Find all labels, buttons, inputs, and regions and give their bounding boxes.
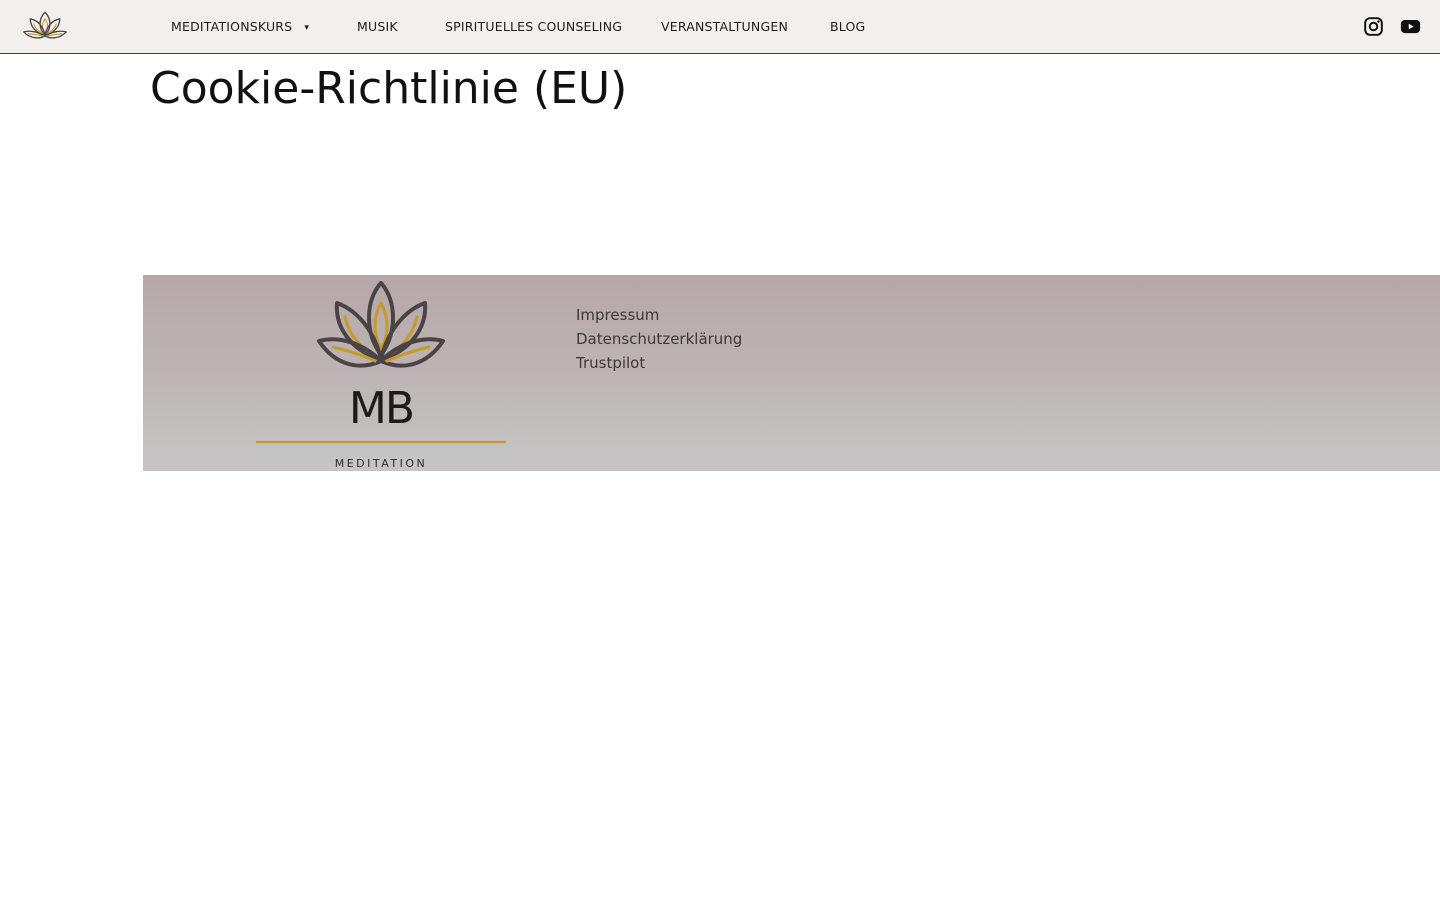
instagram-link[interactable]: [1363, 16, 1384, 37]
site-footer: MB MEDITATION Impressum Datenschutzerklä…: [143, 275, 1440, 471]
footer-monogram: MB: [349, 383, 413, 434]
youtube-link[interactable]: [1400, 16, 1421, 37]
nav-item-label: BLOG: [830, 19, 866, 34]
footer-link-impressum[interactable]: Impressum: [576, 303, 742, 327]
youtube-icon: [1400, 19, 1421, 34]
footer-wordmark: MEDITATION: [335, 457, 428, 470]
nav-item-musik[interactable]: MUSIK: [357, 0, 398, 53]
nav-item-blog[interactable]: BLOG: [830, 0, 865, 53]
footer-link-datenschutz[interactable]: Datenschutzerklärung: [576, 327, 742, 351]
nav-item-label: SPIRITUELLES COUNSELING: [445, 19, 623, 34]
nav-item-label: MUSIK: [357, 19, 398, 34]
footer-lotus-logo-icon: MB MEDITATION: [256, 281, 506, 470]
nav-item-meditationskurs[interactable]: MEDITATIONSKURS ▾: [171, 0, 309, 53]
instagram-icon: [1364, 17, 1383, 36]
home-logo-link[interactable]: [20, 9, 70, 45]
chevron-down-icon: ▾: [304, 23, 310, 33]
footer-link-trustpilot[interactable]: Trustpilot: [576, 351, 742, 375]
nav-item-veranstaltungen[interactable]: VERANSTALTUNGEN: [661, 0, 788, 53]
footer-links: Impressum Datenschutzerklärung Trustpilo…: [576, 303, 742, 375]
nav-item-label: VERANSTALTUNGEN: [661, 19, 788, 34]
nav-item-label: MEDITATIONSKURS: [171, 19, 293, 34]
footer-brand-logo: MB MEDITATION: [255, 281, 507, 471]
nav-item-spirituelles-counseling[interactable]: SPIRITUELLES COUNSELING: [445, 0, 622, 53]
page-title: Cookie-Richtlinie (EU): [150, 63, 628, 114]
site-header: MEDITATIONSKURS ▾ MUSIK SPIRITUELLES COUN…: [0, 0, 1440, 54]
lotus-logo-icon: [23, 11, 67, 39]
